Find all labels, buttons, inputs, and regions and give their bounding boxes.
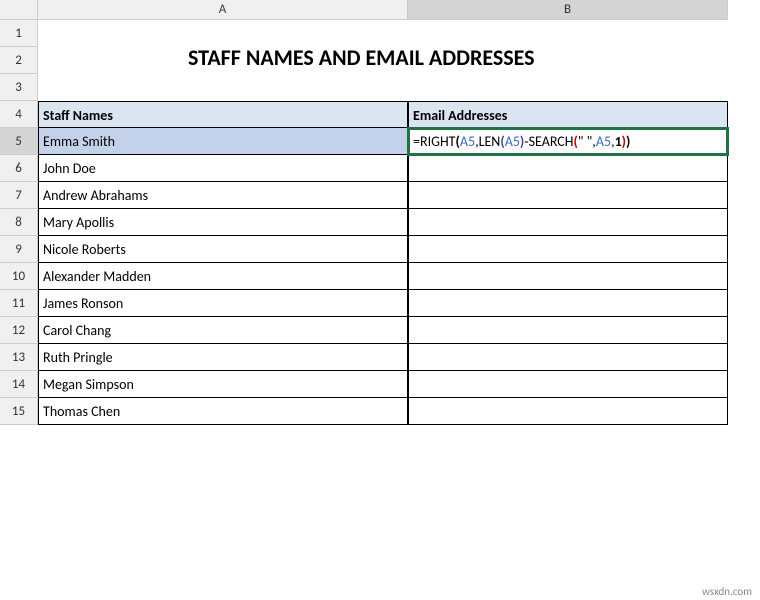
col-label: A bbox=[219, 2, 227, 17]
row-label: 3 bbox=[15, 80, 22, 95]
row-label: 6 bbox=[15, 161, 22, 176]
cell-text: Staff Names bbox=[43, 107, 113, 124]
cell-b10[interactable] bbox=[408, 263, 728, 290]
watermark: wsxdn.com bbox=[702, 585, 752, 598]
cell-a3[interactable] bbox=[38, 74, 408, 101]
cell-a6[interactable]: John Doe bbox=[38, 155, 408, 182]
cell-b13[interactable] bbox=[408, 344, 728, 371]
cell-b11[interactable] bbox=[408, 290, 728, 317]
cell-b4[interactable]: Email Addresses bbox=[408, 101, 728, 128]
row-label: 10 bbox=[12, 269, 25, 284]
row-header-11[interactable]: 11 bbox=[0, 290, 38, 317]
row-header-9[interactable]: 9 bbox=[0, 236, 38, 263]
cell-a15[interactable]: Thomas Chen bbox=[38, 398, 408, 425]
row-label: 12 bbox=[12, 323, 25, 338]
row-header-1[interactable]: 1 bbox=[0, 20, 38, 47]
row-label: 8 bbox=[15, 215, 22, 230]
row-label: 15 bbox=[12, 404, 25, 419]
formula-edit: =RIGHT(A5,LEN(A5)-SEARCH(" ",A5,1)) bbox=[413, 133, 630, 150]
cell-text: Carol Chang bbox=[43, 322, 111, 339]
cell-a7[interactable]: Andrew Abrahams bbox=[38, 182, 408, 209]
row-header-6[interactable]: 6 bbox=[0, 155, 38, 182]
cell-text: Alexander Madden bbox=[43, 268, 151, 285]
row-label: 13 bbox=[12, 350, 25, 365]
row-header-5[interactable]: 5 bbox=[0, 128, 38, 155]
cell-a5[interactable]: Emma Smith bbox=[38, 128, 408, 155]
row-label: 7 bbox=[15, 188, 22, 203]
cell-a14[interactable]: Megan Simpson bbox=[38, 371, 408, 398]
row-header-10[interactable]: 10 bbox=[0, 263, 38, 290]
row-label: 1 bbox=[15, 26, 22, 41]
select-all-corner[interactable] bbox=[0, 0, 38, 20]
cell-b6[interactable] bbox=[408, 155, 728, 182]
cell-a11[interactable]: James Ronson bbox=[38, 290, 408, 317]
cell-a2[interactable]: STAFF NAMES AND EMAIL ADDRESSES bbox=[38, 47, 408, 74]
row-header-8[interactable]: 8 bbox=[0, 209, 38, 236]
spreadsheet-grid: A B 1 2 STAFF NAMES AND EMAIL ADDRESSES … bbox=[0, 0, 760, 425]
cell-text: John Doe bbox=[43, 160, 96, 177]
cell-b7[interactable] bbox=[408, 182, 728, 209]
cell-a9[interactable]: Nicole Roberts bbox=[38, 236, 408, 263]
cell-text: Thomas Chen bbox=[43, 403, 120, 420]
row-header-7[interactable]: 7 bbox=[0, 182, 38, 209]
cell-a10[interactable]: Alexander Madden bbox=[38, 263, 408, 290]
row-label: 5 bbox=[15, 134, 22, 149]
row-label: 9 bbox=[15, 242, 22, 257]
cell-text: Andrew Abrahams bbox=[43, 187, 148, 204]
cell-a13[interactable]: Ruth Pringle bbox=[38, 344, 408, 371]
cell-b9[interactable] bbox=[408, 236, 728, 263]
row-label: 14 bbox=[12, 377, 25, 392]
cell-b12[interactable] bbox=[408, 317, 728, 344]
cell-a12[interactable]: Carol Chang bbox=[38, 317, 408, 344]
cell-text: Email Addresses bbox=[413, 107, 507, 124]
cell-b15[interactable] bbox=[408, 398, 728, 425]
cell-b1[interactable] bbox=[408, 20, 728, 47]
row-header-4[interactable]: 4 bbox=[0, 101, 38, 128]
col-label: B bbox=[564, 2, 571, 17]
cell-text: Megan Simpson bbox=[43, 376, 134, 393]
row-label: 4 bbox=[15, 107, 22, 122]
row-header-12[interactable]: 12 bbox=[0, 317, 38, 344]
cell-text: Ruth Pringle bbox=[43, 349, 113, 366]
cell-text: Nicole Roberts bbox=[43, 241, 126, 258]
cell-b3[interactable] bbox=[408, 74, 728, 101]
row-header-13[interactable]: 13 bbox=[0, 344, 38, 371]
cell-a8[interactable]: Mary Apollis bbox=[38, 209, 408, 236]
row-header-2[interactable]: 2 bbox=[0, 47, 38, 74]
cell-b5[interactable]: =RIGHT(A5,LEN(A5)-SEARCH(" ",A5,1)) bbox=[408, 128, 728, 155]
cell-b8[interactable] bbox=[408, 209, 728, 236]
row-label: 2 bbox=[15, 53, 22, 68]
cell-b2[interactable] bbox=[408, 47, 728, 74]
col-header-a[interactable]: A bbox=[38, 0, 408, 20]
cell-b14[interactable] bbox=[408, 371, 728, 398]
row-header-14[interactable]: 14 bbox=[0, 371, 38, 398]
cell-a4[interactable]: Staff Names bbox=[38, 101, 408, 128]
cell-text: James Ronson bbox=[43, 295, 123, 312]
row-header-3[interactable]: 3 bbox=[0, 74, 38, 101]
col-header-b[interactable]: B bbox=[408, 0, 728, 20]
row-label: 11 bbox=[12, 296, 25, 311]
cell-text: Mary Apollis bbox=[43, 214, 114, 231]
cell-text: Emma Smith bbox=[43, 133, 115, 150]
cell-a1[interactable] bbox=[38, 20, 408, 47]
row-header-15[interactable]: 15 bbox=[0, 398, 38, 425]
